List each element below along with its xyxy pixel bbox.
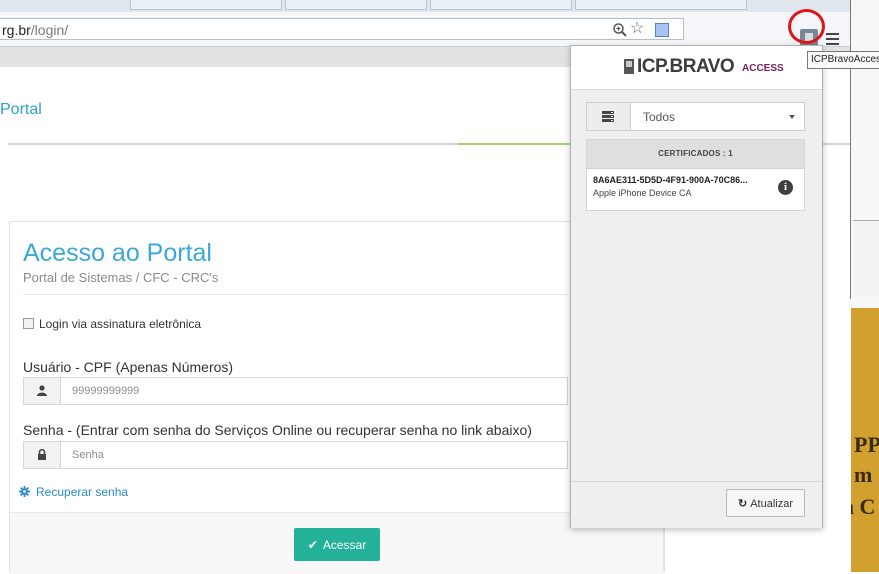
certificate-filter-select[interactable]: Todos xyxy=(586,102,805,131)
background-banner: PP m a C xyxy=(843,308,879,572)
page-title: Acesso ao Portal xyxy=(23,239,212,267)
star-icon[interactable]: ☆ xyxy=(630,21,644,37)
logo-text: ICP.BRAVO xyxy=(637,56,735,77)
logo-mark xyxy=(624,59,634,74)
gear-icon xyxy=(19,486,30,497)
user-icon-addon xyxy=(24,378,61,404)
logo-suffix: ACCESS xyxy=(742,63,784,74)
site-title[interactable]: Portal xyxy=(0,101,42,119)
url-path: /login/ xyxy=(30,22,69,38)
browser-tab-strip xyxy=(0,0,850,12)
browser-toolbar: rg.br/login/ ☆ xyxy=(0,12,850,49)
background-window: PP m a C xyxy=(843,0,879,572)
address-bar[interactable]: rg.br/login/ ☆ xyxy=(0,18,684,40)
certificates-panel: CERTIFICADOS : 1 8A6AE311-5D5D-4F91-900A… xyxy=(586,139,805,211)
browser-tab[interactable] xyxy=(130,0,282,10)
background-panel xyxy=(853,220,879,297)
login-panel: Acesso ao Portal Portal de Sistemas / CF… xyxy=(9,221,664,574)
form-footer: ✔ Acessar xyxy=(10,512,663,574)
password-input-group: Senha xyxy=(23,441,568,469)
user-label: Usuário - CPF (Apenas Números) xyxy=(23,359,234,375)
filter-value: Todos xyxy=(643,110,676,124)
refresh-icon: ↻ xyxy=(737,497,748,510)
certificates-header: CERTIFICADOS : 1 xyxy=(587,140,804,169)
info-icon[interactable]: i xyxy=(778,180,793,195)
acessar-button[interactable]: ✔ Acessar xyxy=(294,528,380,561)
lock-icon-addon xyxy=(24,442,61,468)
extension-icon[interactable] xyxy=(655,23,669,37)
atualizar-button[interactable]: ↻ Atualizar xyxy=(726,489,805,517)
certificate-issuer: Apple iPhone Device CA xyxy=(593,188,692,198)
atualizar-label: Atualizar xyxy=(750,497,793,510)
zoom-icon[interactable] xyxy=(612,22,628,38)
hamburger-menu-icon[interactable] xyxy=(826,33,839,45)
extension-tooltip: ICPBravoAccess xyxy=(807,51,879,69)
signature-login-checkbox[interactable]: Login via assinatura eletrônica xyxy=(23,317,201,331)
checkbox[interactable] xyxy=(23,318,34,329)
popup-footer: ↻ Atualizar xyxy=(571,481,822,528)
url-host: rg.br xyxy=(2,22,31,38)
recover-password-link[interactable]: Recuperar senha xyxy=(19,485,128,499)
divider xyxy=(23,294,568,295)
lock-icon xyxy=(38,449,46,460)
user-icon xyxy=(37,385,47,396)
server-list-icon xyxy=(602,111,614,122)
highlight-circle xyxy=(788,9,825,44)
certificate-id[interactable]: 8A6AE311-5D5D-4F91-900A-70C86... xyxy=(593,175,748,185)
cpf-input-group: 99999999999 xyxy=(23,377,568,405)
browser-tab[interactable] xyxy=(430,0,572,10)
browser-tab[interactable] xyxy=(575,0,747,10)
check-icon: ✔ xyxy=(307,537,318,552)
popup-header: ICP.BRAVO ACCESS xyxy=(571,46,822,90)
icpbravo-popup: ICP.BRAVO ACCESS Todos CERTIFICADOS : 1 … xyxy=(570,45,823,528)
page-subtitle: Portal de Sistemas / CFC - CRC's xyxy=(23,270,219,285)
recover-password-label: Recuperar senha xyxy=(36,485,129,499)
password-label: Senha - (Entrar com senha do Serviços On… xyxy=(23,422,532,438)
url-text: rg.br/login/ xyxy=(2,22,68,38)
browser-tab[interactable] xyxy=(285,0,427,10)
password-input[interactable]: Senha xyxy=(72,449,104,461)
acessar-label: Acessar xyxy=(322,537,367,552)
banner-text: m xyxy=(854,462,873,487)
chevron-down-icon xyxy=(789,115,795,119)
filter-icon-addon xyxy=(587,103,631,130)
banner-text: PP xyxy=(854,432,879,457)
checkbox-label: Login via assinatura eletrônica xyxy=(39,317,202,331)
cpf-input[interactable]: 99999999999 xyxy=(72,385,139,397)
